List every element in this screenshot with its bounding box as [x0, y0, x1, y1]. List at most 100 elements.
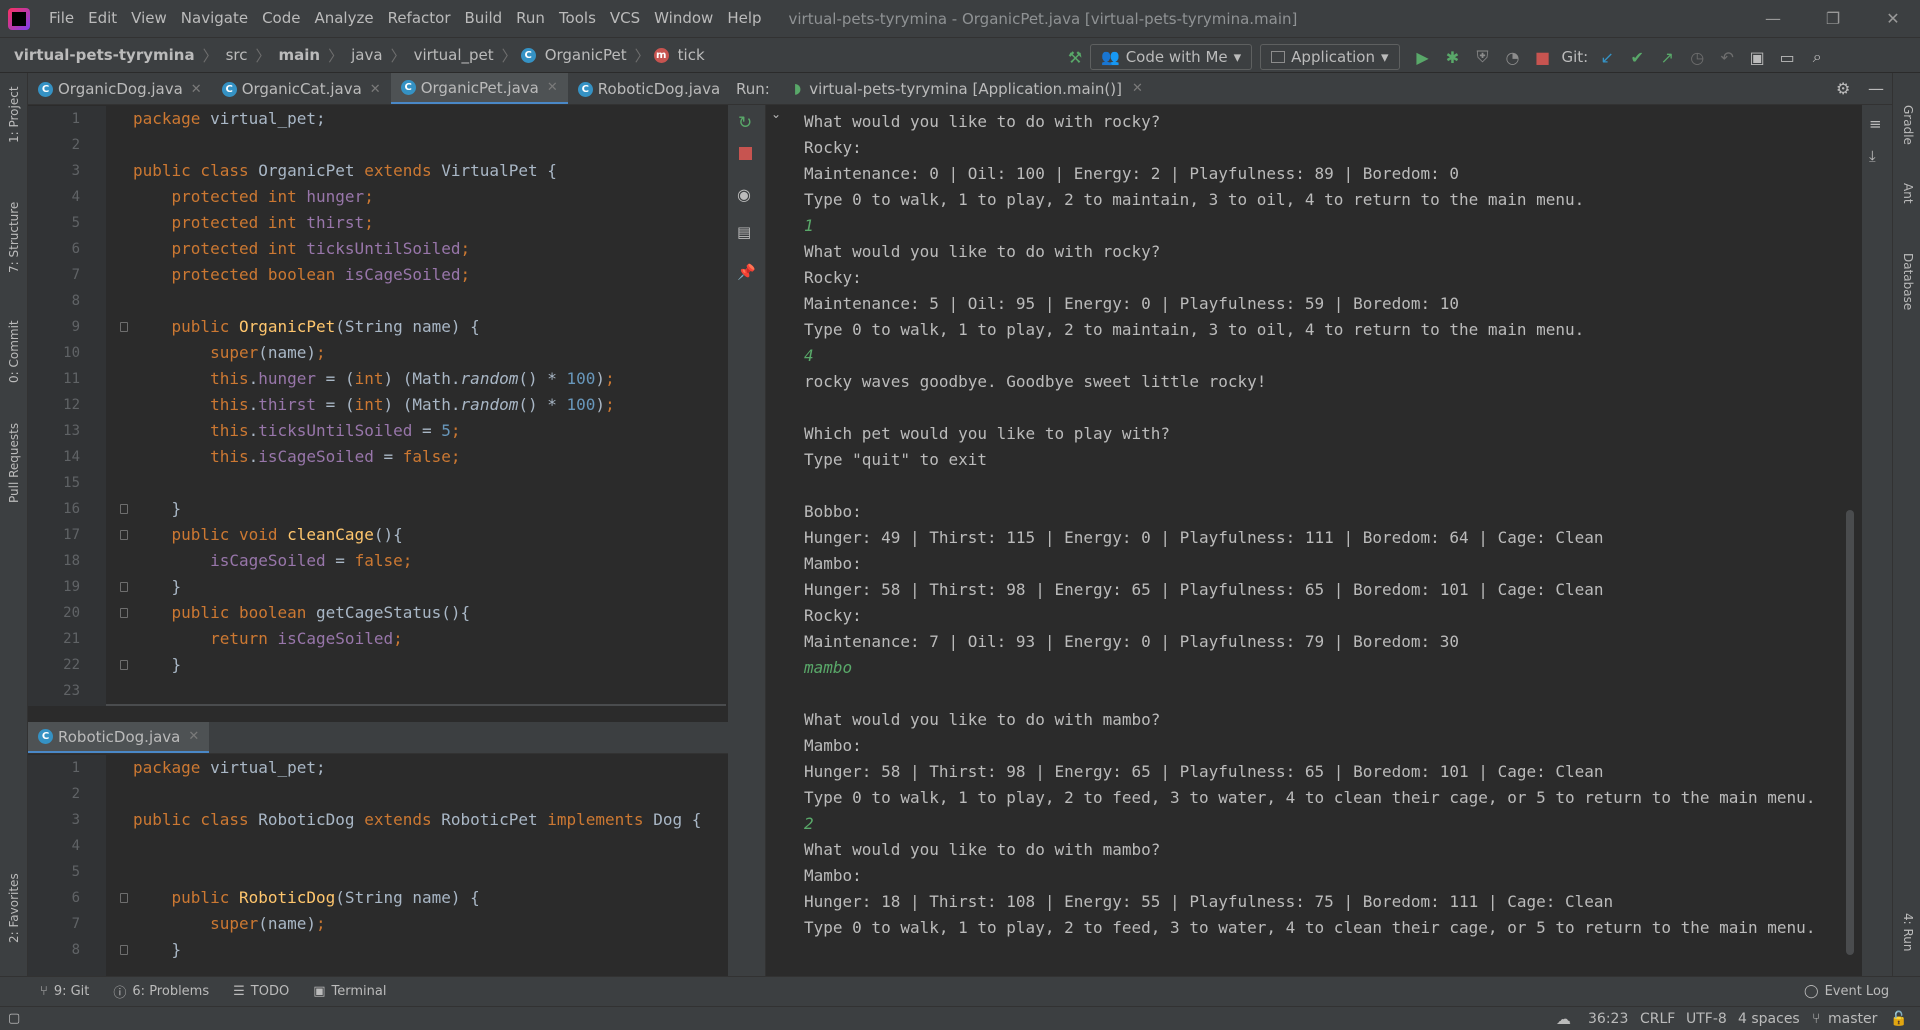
fold-marker-icon[interactable] — [120, 582, 128, 592]
menu-navigate[interactable]: Navigate — [174, 0, 255, 37]
run-configuration-select[interactable]: Application ▾ — [1260, 44, 1400, 70]
pull-requests-tool-button[interactable]: Pull Requests — [7, 423, 21, 503]
hide-panel-icon[interactable]: — — [1868, 79, 1884, 98]
close-tab-icon[interactable]: ✕ — [547, 80, 558, 95]
fold-marker-icon[interactable] — [120, 660, 128, 670]
gradle-tool-button[interactable]: Gradle — [1901, 105, 1915, 145]
caret-position[interactable]: 36:23 — [1588, 1011, 1628, 1027]
close-tab-icon[interactable]: ✕ — [191, 82, 202, 97]
menu-help[interactable]: Help — [720, 0, 768, 37]
breadcrumb-package[interactable]: virtual_pet — [410, 46, 498, 64]
editor-organic-pet[interactable]: 1 package virtual_pet; 2 3 public class Orga… — [28, 106, 728, 706]
rerun-icon[interactable]: ↻ — [738, 113, 752, 133]
close-window-icon[interactable]: ✕ — [1868, 0, 1918, 37]
console-scrollbar[interactable] — [1846, 510, 1854, 955]
favorites-tool-button[interactable]: 2: Favorites — [7, 873, 21, 943]
code-line[interactable]: 9 public OrganicPet(String name) { — [28, 314, 728, 340]
fold-marker-icon[interactable] — [120, 608, 128, 618]
code-line[interactable]: 7 protected boolean isCageSoiled; — [28, 262, 728, 288]
tab-robotic-dog-split[interactable]: C RoboticDog.java ✕ — [28, 722, 210, 753]
code-with-me-button[interactable]: 👥 Code with Me ▾ — [1090, 44, 1253, 70]
tab-organic-dog[interactable]: C OrganicDog.java ✕ — [28, 73, 212, 104]
coverage-icon[interactable]: ⛨ — [1468, 42, 1498, 72]
menu-window[interactable]: Window — [647, 0, 720, 37]
code-line[interactable]: 6 public RoboticDog(String name) { — [28, 885, 728, 911]
eye-icon[interactable]: ◉ — [737, 185, 751, 204]
project-structure-icon[interactable]: ▣ — [1742, 42, 1772, 72]
code-line[interactable]: 7 super(name); — [28, 911, 728, 937]
pin-icon[interactable]: 📌 — [737, 263, 756, 281]
code-line[interactable]: 14 this.isCageSoiled = false; — [28, 444, 728, 470]
code-line[interactable]: 8 } — [28, 937, 728, 963]
git-tool-button[interactable]: ⑂ 9: Git — [40, 984, 89, 999]
run-tab[interactable]: virtual-pets-tyrymina [Application.main(… — [809, 80, 1122, 98]
restore-icon[interactable]: ❐ — [1808, 0, 1858, 37]
code-line[interactable]: 13 this.ticksUntilSoiled = 5; — [28, 418, 728, 444]
lock-icon[interactable]: 🔓 — [1890, 1011, 1907, 1027]
code-line[interactable]: 1 package virtual_pet; — [28, 755, 728, 781]
layout-icon[interactable]: ▤ — [737, 223, 751, 241]
menu-run[interactable]: Run — [509, 0, 552, 37]
code-line[interactable]: 23 — [28, 678, 728, 704]
tab-organic-cat[interactable]: C OrganicCat.java ✕ — [212, 73, 391, 104]
code-line[interactable]: 6 protected int ticksUntilSoiled; — [28, 236, 728, 262]
menu-refactor[interactable]: Refactor — [381, 0, 458, 37]
fold-marker-icon[interactable] — [120, 504, 128, 514]
menu-view[interactable]: View — [124, 0, 174, 37]
code-line[interactable]: 19 } — [28, 574, 728, 600]
code-line[interactable]: 10 super(name); — [28, 340, 728, 366]
line-separator[interactable]: CRLF — [1640, 1011, 1675, 1027]
code-line[interactable]: 3 public class RoboticDog extends Robotic… — [28, 807, 728, 833]
code-line[interactable]: 2 — [28, 781, 728, 807]
search-icon[interactable]: ⌕ — [1802, 42, 1832, 72]
run-icon[interactable]: ▶ — [1408, 42, 1438, 72]
run-tool-button[interactable]: 4: Run — [1901, 913, 1915, 952]
menu-vcs[interactable]: VCS — [603, 0, 647, 37]
settings-gear-icon[interactable]: ⚙ — [1836, 79, 1850, 98]
toggle-panels-icon[interactable]: ▢ — [8, 1011, 20, 1026]
code-line[interactable]: 20 public boolean getCageStatus(){ — [28, 600, 728, 626]
code-line[interactable]: 22 } — [28, 652, 728, 678]
close-tab-icon[interactable]: ✕ — [188, 729, 199, 744]
fold-marker-icon[interactable] — [120, 893, 128, 903]
stop-run-icon[interactable] — [739, 147, 752, 160]
problems-tool-button[interactable]: ⓘ 6: Problems — [113, 982, 209, 1001]
code-line[interactable]: 5 — [28, 859, 728, 885]
menu-code[interactable]: Code — [255, 0, 307, 37]
close-run-tab-icon[interactable]: ✕ — [1132, 81, 1143, 96]
project-tool-button[interactable]: 1: Project — [7, 86, 21, 143]
console-output[interactable]: What would you like to do with rocky? Roc… — [788, 105, 1862, 976]
debug-icon[interactable]: ✱ — [1438, 42, 1468, 72]
git-push-icon[interactable]: ↗ — [1652, 42, 1682, 72]
stop-icon[interactable]: ■ — [1528, 42, 1558, 72]
code-line[interactable]: 21 return isCageSoiled; — [28, 626, 728, 652]
editor-robotic-dog[interactable]: 1 package virtual_pet; 2 3 public class Robo… — [28, 755, 728, 976]
code-line[interactable]: 3 public class OrganicPet extends Virtual… — [28, 158, 728, 184]
close-tab-icon[interactable]: ✕ — [370, 82, 381, 97]
tab-organic-pet[interactable]: C OrganicPet.java ✕ — [390, 73, 568, 104]
code-line[interactable]: 16 } — [28, 496, 728, 522]
menu-file[interactable]: File — [42, 0, 81, 37]
structure-tool-button[interactable]: 7: Structure — [7, 202, 21, 273]
code-line[interactable]: 15 — [28, 470, 728, 496]
tab-robotic-dog[interactable]: CRoboticDog.java✕ — [568, 73, 728, 104]
database-tool-button[interactable]: Database — [1901, 253, 1915, 310]
code-line[interactable]: 18 isCageSoiled = false; — [28, 548, 728, 574]
git-commit-icon[interactable]: ✔ — [1622, 42, 1652, 72]
commit-tool-button[interactable]: 0: Commit — [7, 320, 21, 383]
todo-tool-button[interactable]: ☰ TODO — [233, 984, 289, 999]
code-line[interactable]: 4 protected int hunger; — [28, 184, 728, 210]
rollback-icon[interactable]: ↶ — [1712, 42, 1742, 72]
breadcrumb-method[interactable]: tick — [674, 46, 709, 64]
breadcrumb-class[interactable]: OrganicPet — [541, 46, 631, 64]
menu-edit[interactable]: Edit — [81, 0, 124, 37]
scroll-to-end-icon[interactable]: ⤓ — [1869, 147, 1876, 165]
profile-icon[interactable]: ◔ — [1498, 42, 1528, 72]
breadcrumb-java[interactable]: java — [347, 46, 386, 64]
git-branch[interactable]: master — [1828, 1011, 1877, 1027]
breadcrumb-src[interactable]: src — [222, 46, 252, 64]
soft-wrap-icon[interactable]: ≡ — [1869, 115, 1882, 133]
code-line[interactable]: 4 — [28, 833, 728, 859]
history-icon[interactable]: ◷ — [1682, 42, 1712, 72]
fold-marker-icon[interactable] — [120, 530, 128, 540]
